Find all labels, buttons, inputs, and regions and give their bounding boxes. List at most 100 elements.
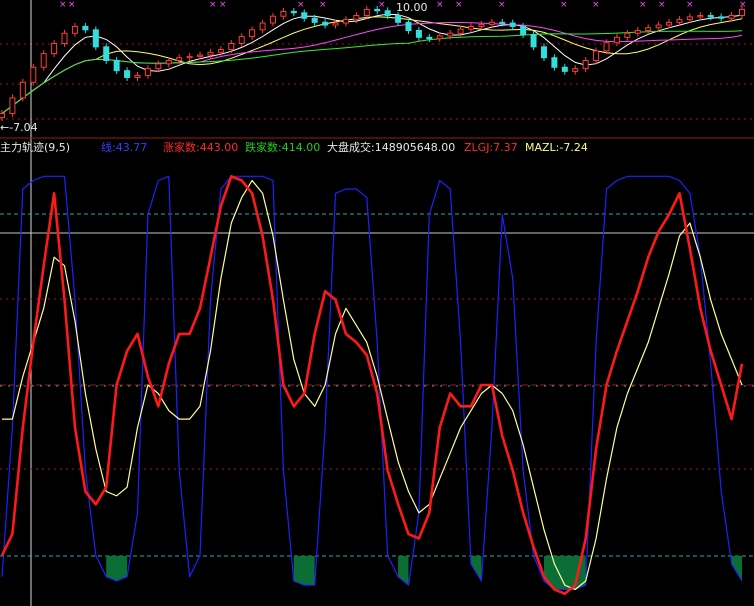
top-marker: × bbox=[455, 0, 463, 10]
candle-body bbox=[447, 32, 454, 37]
candle-body bbox=[645, 27, 652, 32]
candle-body bbox=[561, 66, 568, 72]
candle-body bbox=[384, 10, 391, 17]
candle-body bbox=[405, 21, 412, 32]
candle-body bbox=[593, 50, 600, 61]
candle-body bbox=[30, 66, 37, 83]
top-marker: × bbox=[560, 0, 568, 10]
top-marker: × bbox=[209, 0, 217, 10]
indicator-value-volume: 大盘成交:148905648.00 bbox=[327, 140, 455, 154]
candle-body bbox=[51, 42, 58, 55]
candle-body bbox=[176, 57, 183, 61]
top-marker: × bbox=[68, 0, 76, 10]
candle-body bbox=[19, 81, 26, 99]
candle-body bbox=[9, 97, 16, 115]
candle-body bbox=[530, 34, 537, 48]
candle-body bbox=[82, 25, 89, 31]
indicator-value-line: 线:43.77 bbox=[101, 140, 147, 154]
candle-body bbox=[155, 63, 162, 70]
candle-body bbox=[488, 21, 495, 25]
candle-body bbox=[165, 59, 172, 65]
candle-body bbox=[499, 21, 506, 24]
oversold-fill-area bbox=[293, 556, 315, 586]
candle-body bbox=[92, 29, 99, 48]
candle-body bbox=[634, 30, 641, 34]
top-marker: × bbox=[739, 0, 747, 10]
candle-body bbox=[613, 36, 620, 44]
candle-body bbox=[103, 46, 110, 61]
indicator-value-zlgj: ZLGJ:7.37 bbox=[464, 141, 518, 154]
candle-body bbox=[301, 12, 308, 19]
candle-body bbox=[728, 15, 735, 19]
candle-body bbox=[40, 53, 47, 68]
candle-body bbox=[228, 42, 235, 51]
candle-body bbox=[624, 32, 631, 38]
indicator-value-falling: 跌家数:414.00 bbox=[245, 140, 320, 154]
candle-body bbox=[332, 22, 339, 26]
candle-body bbox=[0, 113, 5, 119]
candle-body bbox=[478, 23, 485, 27]
candle-body bbox=[509, 22, 516, 27]
candle-body bbox=[676, 19, 683, 23]
candle-body bbox=[238, 36, 245, 44]
candle-body bbox=[61, 32, 68, 44]
candle-body bbox=[572, 68, 579, 72]
candle-body bbox=[395, 15, 402, 23]
candle-body bbox=[311, 17, 318, 23]
candle-body bbox=[124, 70, 131, 78]
candle-body bbox=[655, 24, 662, 29]
indicator-name: 主力轨迹(9,5) bbox=[0, 140, 70, 154]
stock-chart-canvas[interactable]: × × × × × × × × × × × × × × × × 10.00 ←-7.04 主力轨迹(9,5) … bbox=[0, 0, 754, 606]
candle-body bbox=[426, 36, 433, 40]
oversold-fill-area bbox=[106, 556, 128, 581]
top-marker: × bbox=[498, 0, 506, 10]
top-marker: × bbox=[297, 0, 305, 10]
candle-body bbox=[217, 49, 224, 53]
candle-body bbox=[249, 29, 256, 38]
candle-body bbox=[134, 74, 141, 78]
top-marker: × bbox=[658, 0, 666, 10]
candle-body bbox=[415, 30, 422, 38]
top-marker: × bbox=[639, 0, 647, 10]
top-marker: × bbox=[378, 0, 386, 10]
candle-body bbox=[707, 15, 714, 18]
price-high-label: 10.00 bbox=[396, 1, 428, 14]
top-marker: × bbox=[436, 0, 444, 10]
candle-body bbox=[436, 35, 443, 40]
top-marker: × bbox=[59, 0, 67, 10]
candle-body bbox=[686, 16, 693, 21]
candle-body bbox=[551, 57, 558, 68]
candle-body bbox=[144, 68, 151, 76]
candle-body bbox=[280, 10, 287, 17]
top-marker: × bbox=[686, 0, 694, 10]
candle-body bbox=[269, 15, 276, 24]
candle-body bbox=[363, 8, 370, 17]
candle-body bbox=[457, 28, 464, 34]
candle-body bbox=[207, 51, 214, 56]
indicator-value-rising: 涨家数:443.00 bbox=[163, 140, 238, 154]
candle-body bbox=[322, 21, 329, 26]
candle-body bbox=[718, 16, 725, 19]
candle-body bbox=[290, 10, 297, 14]
candle-body bbox=[666, 21, 673, 26]
candle-body bbox=[353, 15, 360, 21]
candle-body bbox=[197, 54, 204, 57]
candle-body bbox=[186, 55, 193, 59]
indicator-value-mazl: MAZL:-7.24 bbox=[525, 141, 588, 154]
top-marker: × bbox=[592, 0, 600, 10]
candle-body bbox=[468, 25, 475, 30]
candle-body bbox=[259, 22, 266, 31]
candle-body bbox=[582, 59, 589, 70]
candle-body bbox=[113, 59, 120, 72]
top-marker: × bbox=[319, 0, 327, 10]
price-low-label: ←-7.04 bbox=[0, 121, 38, 134]
candle-body bbox=[71, 25, 78, 34]
candle-body bbox=[342, 19, 349, 24]
candle-body bbox=[739, 8, 745, 17]
candle-body bbox=[540, 46, 547, 59]
top-marker: × bbox=[219, 0, 227, 10]
candle-body bbox=[603, 42, 610, 52]
candle-body bbox=[520, 25, 527, 36]
candle-body bbox=[697, 15, 704, 18]
chart-background bbox=[0, 0, 754, 606]
